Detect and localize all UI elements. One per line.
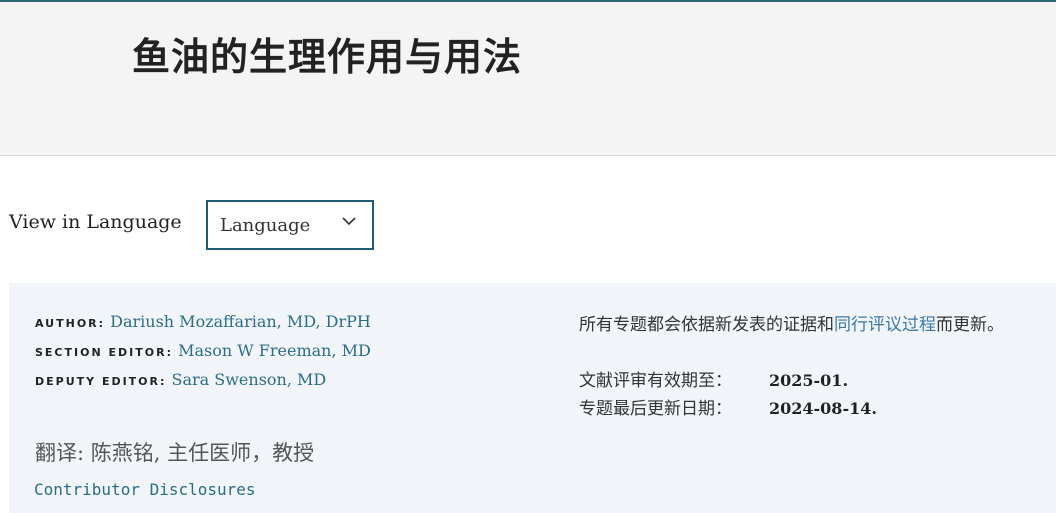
chevron-down-icon [342,217,356,226]
translator-credit: 翻译: 陈燕铭, 主任医师，教授 [35,441,315,465]
policy-text-after: 而更新。 [936,315,1004,335]
section-editor-name-link[interactable]: Mason W Freeman, MD [178,341,371,360]
author-role-label: AUTHOR [35,317,99,330]
deputy-editor-role-label: DEPUTY EDITOR [35,375,160,388]
policy-text-before: 所有专题都会依据新发表的证据和 [579,315,834,335]
literature-review-date: 2025-01. [769,371,849,390]
role-separator: : [98,317,106,330]
contributor-disclosures-link[interactable]: Contributor Disclosures [34,480,256,499]
last-updated-label: 专题最后更新日期： [579,399,732,419]
section-editor-role-label: SECTION EDITOR [35,346,167,359]
literature-review-current-row: 文献评审有效期至： 2025-01. [579,366,848,391]
deputy-editor-name-link[interactable]: Sara Swenson, MD [172,370,327,389]
language-dropdown-value: Language [220,215,311,236]
language-label: View in Language [9,211,182,233]
page-header: 鱼油的生理作用与用法 [0,2,1056,156]
deputy-editor-line: DEPUTY EDITOR: Sara Swenson, MD [35,370,326,389]
role-separator: : [160,375,167,388]
update-policy-text: 所有专题都会依据新发表的证据和同行评议过程而更新。 [579,310,1004,335]
last-updated-row: 专题最后更新日期： 2024-08-14. [579,394,877,419]
topic-info-panel: AUTHOR: Dariush Mozaffarian, MD, DrPH SE… [9,283,1056,513]
section-editor-line: SECTION EDITOR: Mason W Freeman, MD [35,341,371,360]
role-separator: : [166,346,173,359]
author-line: AUTHOR: Dariush Mozaffarian, MD, DrPH [35,312,371,331]
author-name-link[interactable]: Dariush Mozaffarian, MD, DrPH [110,312,371,331]
peer-review-process-link[interactable]: 同行评议过程 [834,315,936,335]
last-updated-date: 2024-08-14. [769,399,877,418]
language-dropdown[interactable]: Language [206,200,374,250]
page-title: 鱼油的生理作用与用法 [132,34,523,79]
literature-review-label: 文献评审有效期至： [579,371,732,391]
